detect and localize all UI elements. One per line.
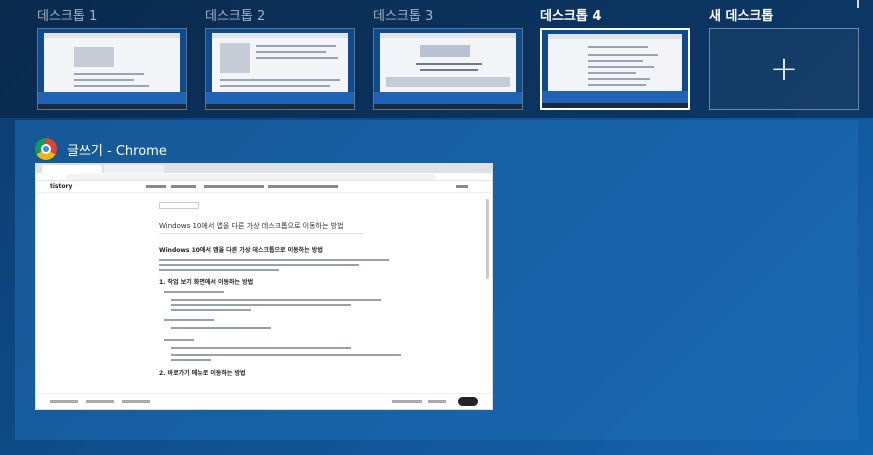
desktop-4[interactable]: 데스크톱 4	[540, 8, 690, 110]
new-desktop-label: 새 데스크톱	[709, 9, 774, 24]
new-desktop-button[interactable]: +	[709, 28, 859, 110]
window-title-bar: 글쓰기 - Chrome	[35, 134, 493, 164]
plus-icon: +	[769, 49, 799, 89]
task-view-windows-area: 글쓰기 - Chrome tistory Windows 10에서 앱을 다른 …	[15, 120, 858, 440]
category-select	[159, 202, 199, 209]
section-1-heading: 1. 작업 보기 화면에서 이동하는 방법	[159, 279, 254, 286]
new-desktop[interactable]: 새 데스크톱 +	[709, 8, 859, 110]
desktop-thumbnail[interactable]	[205, 28, 355, 110]
desktop-label: 데스크톱 4	[540, 9, 602, 24]
heading-main: Windows 10에서 앱을 다른 가상 데스크톱으로 이동하는 방법	[159, 247, 323, 254]
desktop-label: 데스크톱 1	[37, 9, 98, 24]
window-preview[interactable]: tistory Windows 10에서 앱을 다른 가상 데스크톱으로 이동하…	[35, 163, 493, 410]
editor-body: Windows 10에서 앱을 다른 가상 데스크톱으로 이동하는 방법 Win…	[36, 193, 492, 389]
close-mark	[857, 0, 859, 8]
browser-address-bar	[36, 173, 492, 181]
publish-button	[458, 397, 478, 406]
desktop-thumbnail[interactable]	[37, 28, 187, 110]
chrome-icon	[35, 138, 57, 160]
desktop-label: 데스크톱 2	[205, 9, 266, 24]
window-card-chrome[interactable]: 글쓰기 - Chrome tistory Windows 10에서 앱을 다른 …	[35, 134, 493, 410]
desktop-thumbnail[interactable]	[540, 28, 690, 110]
blog-logo: tistory	[50, 183, 73, 190]
window-title: 글쓰기 - Chrome	[67, 143, 167, 159]
desktop-1[interactable]: 데스크톱 1	[37, 8, 187, 110]
desktop-label: 데스크톱 3	[373, 9, 434, 24]
desktop-thumbnail[interactable]	[373, 28, 523, 110]
preview-scrollbar	[486, 199, 489, 279]
desktop-2[interactable]: 데스크톱 2	[205, 8, 355, 110]
post-title: Windows 10에서 앱을 다른 가상 데스크톱으로 이동하는 방법	[159, 222, 344, 230]
section-2-heading: 2. 바로가기 메뉴로 이동하는 방법	[159, 370, 246, 377]
browser-tab-bar	[36, 164, 492, 173]
editor-toolbar: tistory	[36, 181, 492, 193]
editor-footer	[36, 393, 492, 409]
desktop-3[interactable]: 데스크톱 3	[373, 8, 523, 110]
